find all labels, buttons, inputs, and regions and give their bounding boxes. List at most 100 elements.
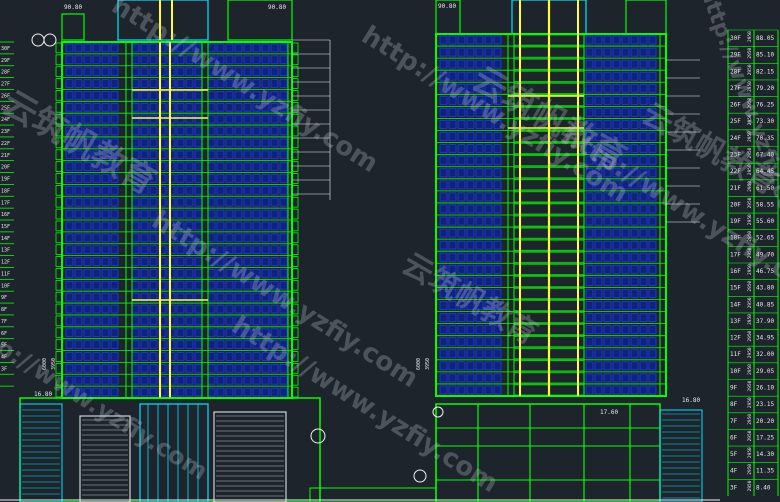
window xyxy=(457,59,466,69)
window xyxy=(466,35,475,45)
window xyxy=(149,102,158,112)
window xyxy=(279,162,288,171)
window xyxy=(621,385,630,395)
window xyxy=(243,150,252,160)
window xyxy=(484,276,493,286)
window xyxy=(475,240,484,250)
window xyxy=(493,204,502,214)
window xyxy=(131,138,140,148)
window xyxy=(74,280,83,290)
window xyxy=(603,252,612,262)
window xyxy=(140,209,149,219)
window xyxy=(630,144,639,154)
window xyxy=(92,79,101,88)
window xyxy=(243,245,252,255)
window xyxy=(216,387,225,397)
window xyxy=(639,144,648,154)
window xyxy=(83,43,92,53)
window xyxy=(603,35,612,45)
window xyxy=(639,132,648,142)
window xyxy=(493,240,502,250)
cad-drawing-canvas[interactable]: 30F 29F 28F 27F 26F 25F 24F 23F 22F 21F 20F 19F 18F 1… xyxy=(0,0,780,502)
window xyxy=(448,216,457,226)
window xyxy=(243,43,252,53)
vert-dim: 3950 xyxy=(425,358,431,370)
ruler-level: 4F xyxy=(730,468,738,475)
window xyxy=(216,375,225,385)
window xyxy=(140,340,149,349)
window xyxy=(457,252,466,262)
window xyxy=(639,288,648,298)
window xyxy=(594,264,603,274)
window xyxy=(225,387,234,397)
window xyxy=(83,67,92,76)
window xyxy=(457,373,466,383)
ruler-height: 37.90 xyxy=(756,318,774,325)
window xyxy=(176,138,185,148)
window xyxy=(140,269,149,278)
ruler-floor-height: 2950 xyxy=(747,31,753,42)
window xyxy=(83,185,92,195)
window xyxy=(457,204,466,214)
window xyxy=(74,245,83,255)
window xyxy=(252,363,261,373)
window xyxy=(493,373,502,383)
window xyxy=(639,325,648,335)
window xyxy=(185,197,194,207)
window xyxy=(243,162,252,171)
window xyxy=(74,55,83,65)
ruler-level: 16F xyxy=(730,268,741,275)
window xyxy=(439,108,448,117)
window xyxy=(92,233,101,243)
window xyxy=(216,209,225,219)
window xyxy=(140,79,149,88)
window xyxy=(207,197,216,207)
window xyxy=(448,120,457,129)
window xyxy=(83,352,92,361)
window xyxy=(279,126,288,136)
level-label: 7F xyxy=(1,319,7,325)
window xyxy=(612,35,621,45)
window xyxy=(270,245,279,255)
window xyxy=(270,67,279,76)
window xyxy=(185,138,194,148)
window xyxy=(83,316,92,326)
window xyxy=(270,150,279,160)
window xyxy=(603,204,612,214)
window xyxy=(484,264,493,274)
window xyxy=(484,192,493,202)
window xyxy=(448,156,457,166)
window xyxy=(83,280,92,290)
window xyxy=(83,257,92,266)
window xyxy=(101,245,110,255)
window xyxy=(457,240,466,250)
window xyxy=(176,126,185,136)
window xyxy=(101,209,110,219)
window xyxy=(594,71,603,81)
window xyxy=(185,126,194,136)
window xyxy=(65,328,74,338)
window xyxy=(234,352,243,361)
window xyxy=(234,209,243,219)
window xyxy=(140,363,149,373)
window xyxy=(101,79,110,88)
window xyxy=(185,363,194,373)
window xyxy=(630,132,639,142)
window xyxy=(612,47,621,57)
window xyxy=(131,233,140,243)
window xyxy=(131,67,140,76)
window xyxy=(439,168,448,178)
window xyxy=(185,375,194,385)
window xyxy=(252,43,261,53)
grid-bubble-podium xyxy=(310,428,326,444)
window xyxy=(131,387,140,397)
window xyxy=(101,375,110,385)
level-label: 22F xyxy=(1,141,10,147)
window xyxy=(279,257,288,266)
window xyxy=(149,257,158,266)
window xyxy=(101,304,110,314)
window xyxy=(65,233,74,243)
window xyxy=(65,79,74,88)
window xyxy=(261,233,270,243)
window xyxy=(279,43,288,53)
